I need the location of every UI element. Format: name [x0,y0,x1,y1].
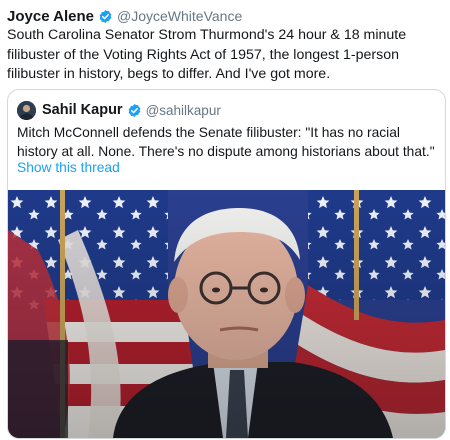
quoted-tweet-photo[interactable] [8,190,445,438]
tweet-card: Joyce Alene @JoyceWhiteVance South Carol… [0,0,450,440]
quoted-author-handle[interactable]: @sahilkapur [146,103,221,118]
show-thread-link[interactable]: Show this thread [17,160,120,175]
tweet-text: South Carolina Senator Strom Thurmond's … [7,27,407,82]
verified-badge-icon [128,103,140,117]
quoted-tweet-text: Mitch McConnell defends the Senate filib… [17,125,435,159]
quoted-tweet-header: Sahil Kapur @sahilkapur [17,99,221,121]
verified-badge-icon [99,9,112,23]
author-handle[interactable]: @JoyceWhiteVance [117,8,242,24]
quoted-tweet[interactable]: Sahil Kapur @sahilkapur Mitch McConnell … [7,89,446,439]
quoted-author-name[interactable]: Sahil Kapur [42,102,123,118]
photo-mcconnell-with-flags [8,190,445,438]
tweet-header: Joyce Alene @JoyceWhiteVance [7,6,242,26]
author-name[interactable]: Joyce Alene [7,8,94,25]
avatar[interactable] [17,100,36,120]
avatar-image [17,100,36,120]
